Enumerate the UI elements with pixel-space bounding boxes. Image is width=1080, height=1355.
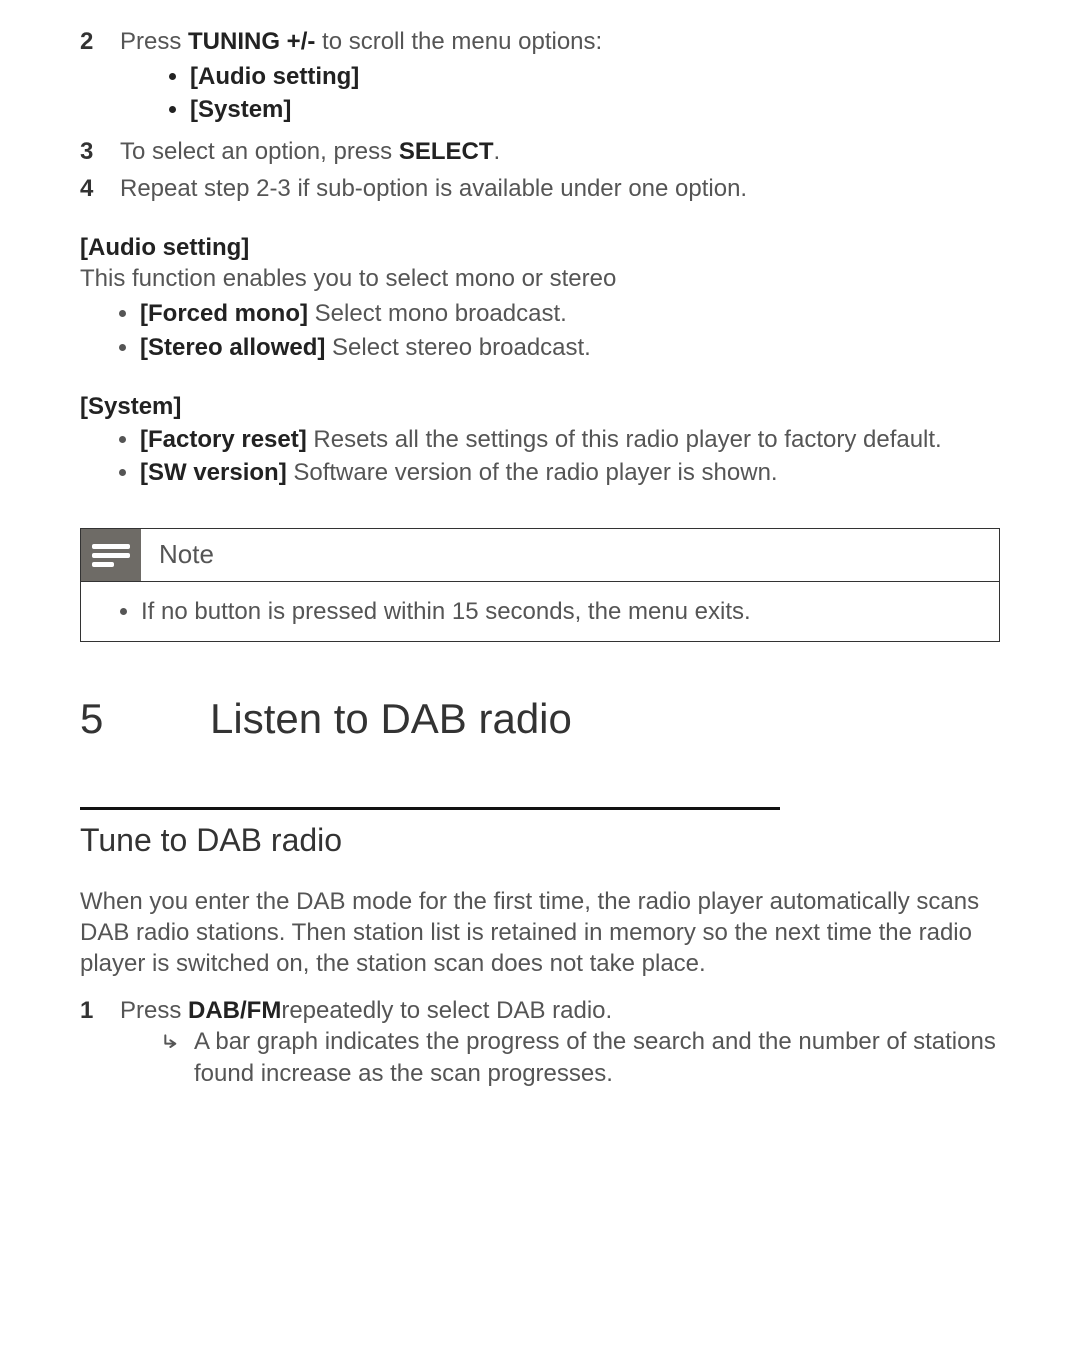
section-heading: Tune to DAB radio (80, 820, 1000, 862)
item-desc: Resets all the settings of this radio pl… (307, 426, 942, 453)
step-body: To select an option, press SELECT. (120, 136, 1000, 167)
option-audio-setting: [Audio setting] (190, 61, 1000, 92)
item-label: [Forced mono] (140, 300, 308, 327)
item-label: [SW version] (140, 459, 287, 486)
heading-system: [System] (80, 391, 1000, 422)
step-2-options: [Audio setting] [System] (160, 61, 1000, 125)
chapter-title: Listen to DAB radio (210, 692, 572, 747)
list-item: [Forced mono] Select mono broadcast. (140, 298, 1000, 329)
heading-audio-setting: [Audio setting] (80, 232, 1000, 263)
step-keyword: TUNING +/- (188, 28, 315, 55)
step-keyword: SELECT (399, 138, 494, 165)
result-arrow-icon (160, 1032, 184, 1052)
note-body: If no button is pressed within 15 second… (81, 582, 999, 641)
list-item: [SW version] Software version of the rad… (140, 457, 1000, 488)
step-3: 3 To select an option, press SELECT. (80, 136, 1000, 167)
item-label: [Factory reset] (140, 426, 307, 453)
step-text: . (494, 138, 501, 165)
item-label: [Stereo allowed] (140, 334, 325, 361)
step-number: 2 (80, 26, 120, 57)
step-result: A bar graph indicates the progress of th… (160, 1026, 1000, 1088)
step-text: Press (120, 28, 188, 55)
item-desc: Software version of the radio player is … (287, 459, 778, 486)
system-list: [Factory reset] Resets all the settings … (80, 424, 1000, 488)
option-system: [System] (190, 94, 1000, 125)
section-paragraph: When you enter the DAB mode for the firs… (80, 886, 1000, 980)
dab-step-1: 1 Press DAB/FMrepeatedly to select DAB r… (80, 995, 1000, 1089)
step-keyword: DAB/FM (188, 997, 281, 1024)
result-text: A bar graph indicates the progress of th… (190, 1026, 1000, 1088)
step-body: Press TUNING +/- to scroll the menu opti… (120, 26, 1000, 130)
note-box: Note If no button is pressed within 15 s… (80, 528, 1000, 642)
step-text: To select an option, press (120, 138, 399, 165)
chapter-heading: 5 Listen to DAB radio (80, 692, 1000, 747)
chapter-number: 5 (80, 692, 210, 747)
step-2: 2 Press TUNING +/- to scroll the menu op… (80, 26, 1000, 130)
step-body: Repeat step 2-3 if sub-option is availab… (120, 173, 1000, 204)
step-text: repeatedly to select DAB radio. (281, 997, 612, 1024)
audio-setting-list: [Forced mono] Select mono broadcast. [St… (80, 298, 1000, 362)
step-number: 4 (80, 173, 120, 204)
list-item: [Stereo allowed] Select stereo broadcast… (140, 332, 1000, 363)
note-text: If no button is pressed within 15 second… (141, 596, 979, 627)
step-4: 4 Repeat step 2-3 if sub-option is avail… (80, 173, 1000, 204)
note-icon (81, 529, 141, 581)
step-number: 3 (80, 136, 120, 167)
step-text: Press (120, 997, 188, 1024)
item-desc: Select mono broadcast. (308, 300, 567, 327)
item-desc: Select stereo broadcast. (325, 334, 590, 361)
audio-setting-desc: This function enables you to select mono… (80, 263, 1000, 294)
section-rule (80, 807, 780, 810)
note-title: Note (141, 538, 214, 572)
manual-page: 2 Press TUNING +/- to scroll the menu op… (0, 0, 1080, 1355)
list-item: [Factory reset] Resets all the settings … (140, 424, 1000, 455)
note-header: Note (81, 529, 999, 582)
step-text: to scroll the menu options: (315, 28, 602, 55)
step-number: 1 (80, 995, 120, 1026)
step-body: Press DAB/FMrepeatedly to select DAB rad… (120, 995, 1000, 1089)
